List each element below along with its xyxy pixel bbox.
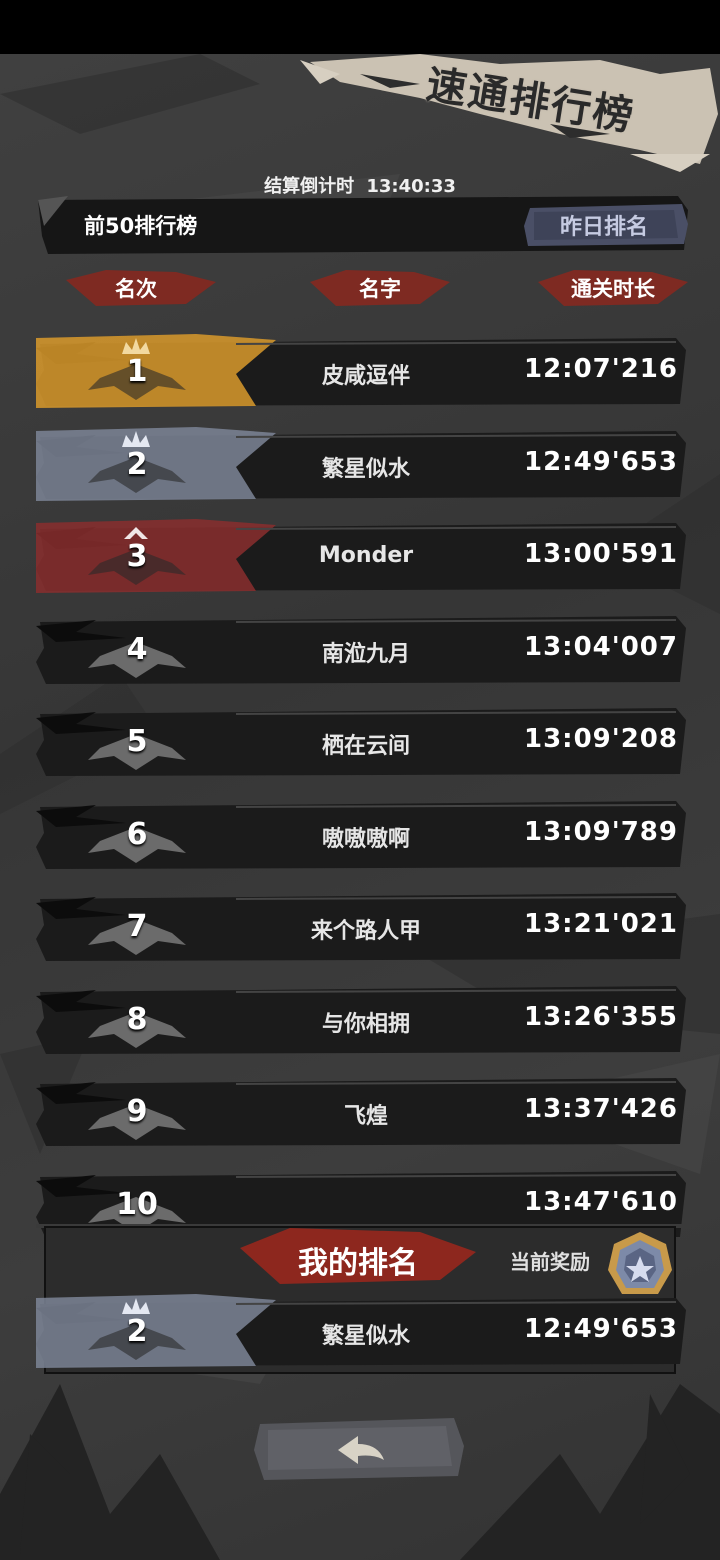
reward-medal-icon[interactable] [602,1230,678,1300]
player-name: Monder [318,543,414,568]
current-reward-label: 当前奖励 [510,1250,590,1274]
leaderboard-row[interactable]: 8 与你相拥 13:26'355 [36,982,686,1056]
header-name: 名字 [359,277,401,301]
rank-number: 10 [116,1187,158,1222]
countdown-value: 13:40:33 [366,176,456,197]
rank-number: 2 [126,1314,148,1349]
leaderboard-row[interactable]: 7 来个路人甲 13:21'021 [36,889,686,963]
player-name: 南涖九月 [321,642,410,667]
player-name: 嗷嗷嗷啊 [321,827,410,852]
header-time: 通关时长 [571,277,655,301]
rank-number: 5 [126,724,148,759]
player-name: 栖在云间 [321,734,410,759]
leaderboard-row[interactable]: 2 繁星似水 12:49'653 [36,427,686,501]
back-button[interactable] [254,1416,464,1480]
rank-number: 1 [126,354,148,389]
player-name: 来个路人甲 [310,919,421,944]
clear-time: 13:00'591 [524,539,678,569]
status-bar [0,0,720,54]
header-rank: 名次 [115,277,157,301]
clear-time: 13:09'789 [524,817,678,847]
yesterday-ranking-button[interactable]: 昨日排名 [524,209,684,241]
rank-number: 8 [126,1002,148,1037]
rank-number: 4 [126,632,148,667]
rank-number: 3 [126,539,148,574]
clear-time: 13:04'007 [524,632,678,662]
rank-number: 9 [126,1094,148,1129]
top50-label: 前50排行榜 [84,214,198,238]
clear-time: 13:09'208 [524,724,678,754]
clear-time: 13:21'021 [524,909,678,939]
player-name: 繁星似水 [321,457,410,482]
player-name: 与你相拥 [321,1012,410,1037]
countdown-label: 结算倒计时 [264,176,355,197]
player-name: 飞煌 [343,1104,388,1129]
leaderboard-row[interactable]: 9 飞煌 13:37'426 [36,1074,686,1148]
leaderboard-row[interactable]: 3 Monder 13:00'591 [36,519,686,593]
clear-time: 12:07'216 [524,354,678,384]
clear-time: 13:37'426 [524,1094,678,1124]
player-name: 繁星似水 [321,1324,410,1349]
rank-number: 2 [126,447,148,482]
rank-number: 7 [126,909,148,944]
leaderboard-row[interactable]: 6 嗷嗷嗷啊 13:09'789 [36,797,686,871]
clear-time: 13:47'610 [524,1187,678,1217]
leaderboard-row[interactable]: 4 南涖九月 13:04'007 [36,612,686,686]
my-rank-title: 我的排名 [298,1246,418,1281]
clear-time: 12:49'653 [524,1314,678,1344]
leaderboard-row[interactable]: 1 皮咸逗伴 12:07'216 [36,334,686,408]
rank-number: 6 [126,817,148,852]
clear-time: 12:49'653 [524,447,678,477]
countdown: 结算倒计时 13:40:33 [0,172,720,198]
my-rank-row[interactable]: 2 繁星似水 12:49'653 [36,1294,686,1368]
player-name: 皮咸逗伴 [321,364,410,389]
clear-time: 13:26'355 [524,1002,678,1032]
leaderboard-row[interactable]: 5 栖在云间 13:09'208 [36,704,686,778]
